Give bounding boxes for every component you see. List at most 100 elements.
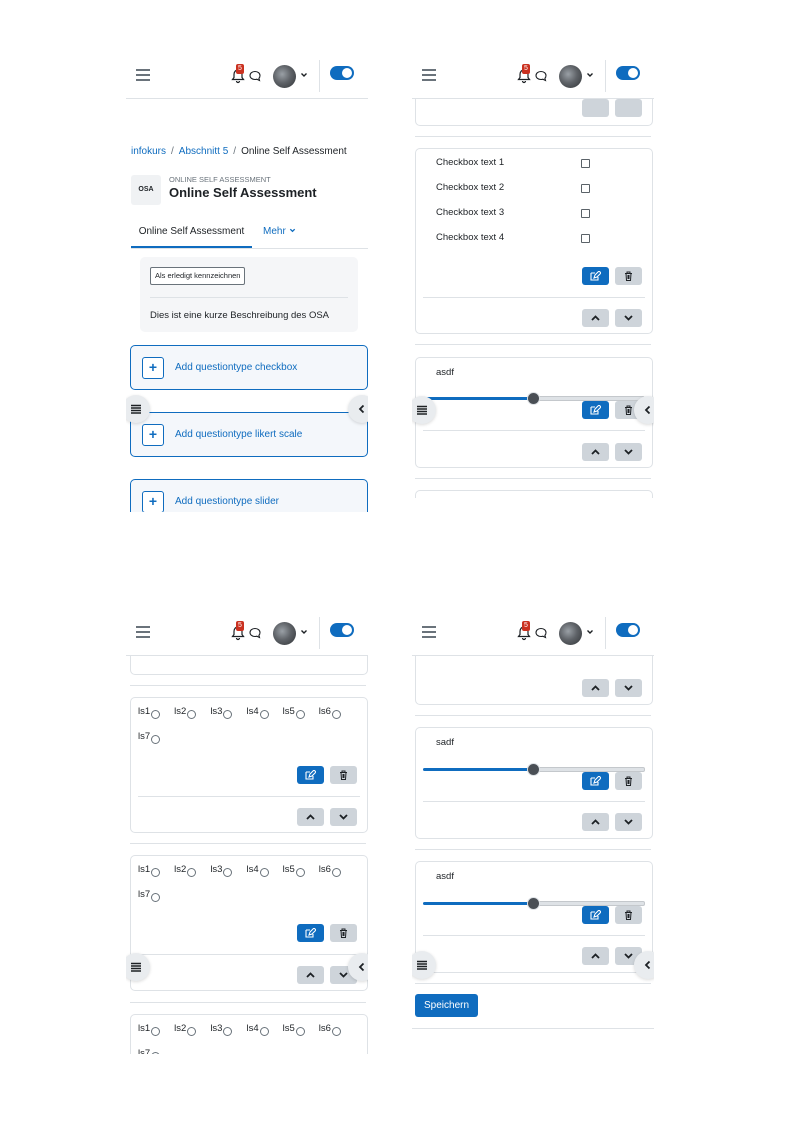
edit-mode-toggle[interactable] <box>616 66 640 80</box>
move-up-button[interactable] <box>582 679 609 697</box>
avatar[interactable] <box>559 65 582 88</box>
add-checkbox-question-button[interactable]: + Add questiontype checkbox <box>130 345 368 390</box>
avatar[interactable] <box>273 622 296 645</box>
edit-button[interactable] <box>582 906 609 924</box>
hamburger-icon[interactable] <box>422 626 436 638</box>
slider-thumb[interactable] <box>527 392 540 405</box>
radio-button[interactable] <box>295 710 305 719</box>
delete-button[interactable] <box>330 766 357 784</box>
hamburger-icon[interactable] <box>136 626 150 638</box>
edit-button[interactable] <box>297 766 324 784</box>
activity-info-box: Als erledigt kennzeichnen Dies ist eine … <box>140 257 358 332</box>
chevron-down-icon[interactable] <box>586 628 594 636</box>
radio-button[interactable] <box>331 710 341 719</box>
move-up-button[interactable] <box>582 99 609 117</box>
likert-option-label: ls1 <box>138 864 151 875</box>
breadcrumb-section-link[interactable]: Abschnitt 5 <box>179 146 228 157</box>
block-drawer-toggle[interactable] <box>348 953 368 981</box>
slider-question-card: asdf <box>415 357 653 468</box>
radio-button[interactable] <box>331 868 341 877</box>
radio-button[interactable] <box>151 1027 161 1036</box>
checkbox-question-card: Checkbox text 1 Checkbox text 2 Checkbox… <box>415 148 653 334</box>
move-up-button[interactable] <box>582 813 609 831</box>
radio-button[interactable] <box>223 1027 233 1036</box>
save-button[interactable]: Speichern <box>415 994 479 1017</box>
add-likert-label: Add questiontype likert scale <box>175 429 303 440</box>
checkbox[interactable] <box>581 234 590 243</box>
radio-button[interactable] <box>187 710 197 719</box>
divider <box>415 715 651 716</box>
radio-button[interactable] <box>187 868 197 877</box>
chat-icon[interactable] <box>248 69 262 83</box>
chat-icon[interactable] <box>534 69 548 83</box>
block-drawer-toggle[interactable] <box>634 396 654 424</box>
radio-button[interactable] <box>259 1027 269 1036</box>
chevron-down-icon[interactable] <box>300 628 308 636</box>
slider-thumb[interactable] <box>527 897 540 910</box>
divider <box>138 796 360 797</box>
add-likert-question-button[interactable]: + Add questiontype likert scale <box>130 412 368 457</box>
likert-option-label: ls4 <box>246 1023 259 1034</box>
edit-button[interactable] <box>582 401 609 419</box>
block-drawer-toggle[interactable] <box>348 395 368 423</box>
checkbox[interactable] <box>581 159 590 168</box>
delete-button[interactable] <box>615 906 642 924</box>
edit-button[interactable] <box>297 924 324 942</box>
likert-option-label: ls5 <box>282 864 295 875</box>
chevron-down-icon[interactable] <box>300 71 308 79</box>
radio-button[interactable] <box>223 710 233 719</box>
breadcrumb-course-link[interactable]: infokurs <box>131 146 166 157</box>
move-down-button[interactable] <box>615 443 642 461</box>
divider <box>150 297 348 298</box>
radio-button[interactable] <box>151 1052 161 1054</box>
checkbox[interactable] <box>581 209 590 218</box>
avatar[interactable] <box>559 622 582 645</box>
radio-button[interactable] <box>331 1027 341 1036</box>
checkbox[interactable] <box>581 184 590 193</box>
trash-icon <box>625 405 632 415</box>
move-down-button[interactable] <box>615 99 642 117</box>
edit-button[interactable] <box>582 267 609 285</box>
delete-button[interactable] <box>330 924 357 942</box>
move-down-button[interactable] <box>330 808 357 826</box>
delete-button[interactable] <box>615 267 642 285</box>
radio-button[interactable] <box>295 868 305 877</box>
slider-thumb[interactable] <box>527 763 540 776</box>
add-slider-question-button[interactable]: + Add questiontype slider <box>130 479 368 512</box>
radio-button[interactable] <box>295 1027 305 1036</box>
move-up-button[interactable] <box>297 808 324 826</box>
navbar-divider <box>319 60 320 92</box>
radio-button[interactable] <box>259 710 269 719</box>
hamburger-icon[interactable] <box>422 69 436 81</box>
chat-icon[interactable] <box>248 626 262 640</box>
move-down-button[interactable] <box>615 309 642 327</box>
move-down-button[interactable] <box>615 679 642 697</box>
tab-online-self-assessment[interactable]: Online Self Assessment <box>131 218 252 248</box>
move-up-button[interactable] <box>582 443 609 461</box>
radio-button[interactable] <box>151 710 161 719</box>
move-up-button[interactable] <box>297 966 324 984</box>
course-index-drawer-toggle[interactable] <box>412 951 436 979</box>
tab-more[interactable]: Mehr <box>263 218 296 246</box>
block-drawer-toggle[interactable] <box>634 951 654 979</box>
likert-options-row: ls1 ls2 ls3 ls4 ls5 ls6 <box>138 706 341 719</box>
radio-button[interactable] <box>151 735 161 744</box>
hamburger-icon[interactable] <box>136 69 150 81</box>
edit-mode-toggle[interactable] <box>616 623 640 637</box>
chevron-down-icon[interactable] <box>586 71 594 79</box>
edit-button[interactable] <box>582 772 609 790</box>
mark-as-done-button[interactable]: Als erledigt kennzeichnen <box>150 267 246 285</box>
chat-icon[interactable] <box>534 626 548 640</box>
radio-button[interactable] <box>151 893 161 902</box>
avatar[interactable] <box>273 65 296 88</box>
delete-button[interactable] <box>615 772 642 790</box>
move-up-button[interactable] <box>582 947 609 965</box>
move-up-button[interactable] <box>582 309 609 327</box>
radio-button[interactable] <box>151 868 161 877</box>
radio-button[interactable] <box>223 868 233 877</box>
edit-mode-toggle[interactable] <box>330 66 354 80</box>
radio-button[interactable] <box>259 868 269 877</box>
radio-button[interactable] <box>187 1027 197 1036</box>
move-down-button[interactable] <box>615 813 642 831</box>
edit-mode-toggle[interactable] <box>330 623 354 637</box>
